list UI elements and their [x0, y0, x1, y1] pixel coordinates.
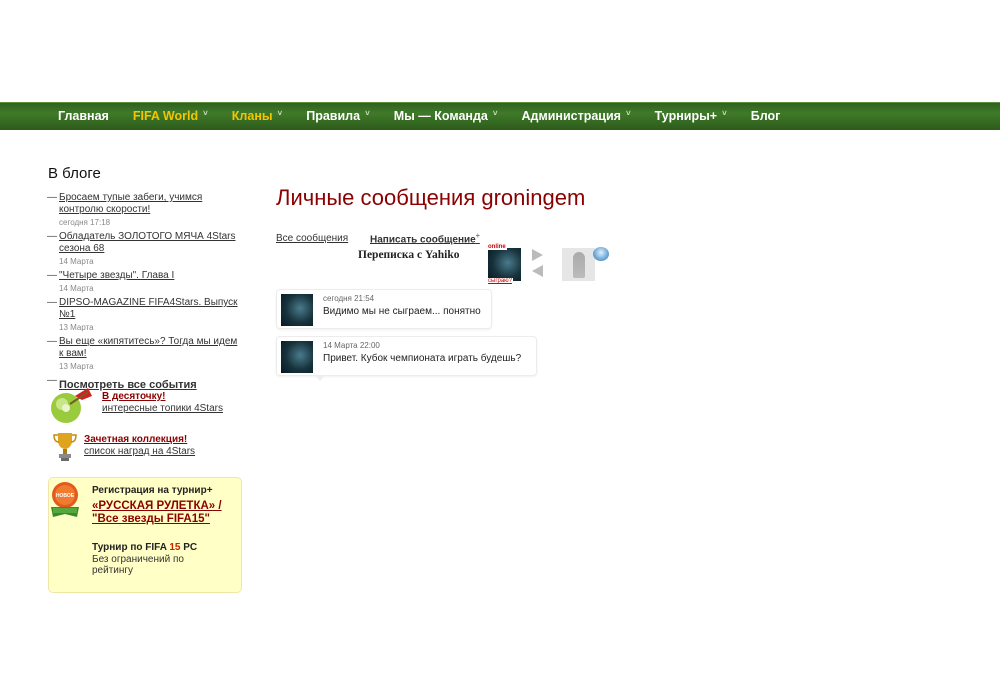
- message-date: 14 Марта 22:00: [323, 341, 380, 350]
- nav-label: Кланы: [231, 109, 273, 123]
- nav-item-team[interactable]: Мы — Команда ˅: [382, 108, 510, 124]
- list-item: Обладатель ЗОЛОТОГО МЯЧА 4Stars сезона 6…: [47, 231, 238, 267]
- chevron-down-icon: ˅: [365, 108, 370, 118]
- nav-item-blog[interactable]: Блог: [739, 109, 793, 123]
- list-item: Бросаем тупые забеги, учимся контролю ск…: [47, 192, 238, 228]
- tournament-registration-box: НОВОЕ Регистрация на турнир+ «РУССКАЯ РУ…: [48, 477, 242, 593]
- chevron-down-icon: ˅: [277, 108, 283, 118]
- nav-label: Блог: [750, 109, 781, 123]
- nav-label: Главная: [58, 109, 109, 123]
- ball-icon: [593, 247, 609, 261]
- nav-label: Мы — Команда: [393, 109, 488, 123]
- nav-item-fifa-world[interactable]: FIFA World ˅: [121, 108, 220, 124]
- avatar[interactable]: [281, 341, 313, 373]
- top-ten-link[interactable]: В десяточку!: [102, 391, 223, 402]
- chevron-down-icon: ˅: [203, 108, 208, 118]
- avatar[interactable]: [562, 248, 595, 281]
- list-item: Вы еще «кипятитесь»? Тогда мы идем к вам…: [47, 336, 238, 372]
- message-text: Видимо мы не сыграем... понятно: [323, 306, 481, 317]
- promo-top-ten: В десяточку! интересные топики 4Stars: [48, 386, 223, 424]
- platform-prefix: Турнир по FIFA: [92, 542, 167, 553]
- promo-text: В десяточку! интересные топики 4Stars: [102, 391, 223, 414]
- arrow-left-icon: [532, 265, 543, 277]
- registration-heading: Регистрация на турнир+: [92, 485, 213, 496]
- nav-label: Турниры+: [654, 109, 718, 123]
- tournament-platform: Турнир по FIFA 15 PC: [92, 542, 197, 553]
- blog-post-list: Бросаем тупые забеги, учимся контролю ск…: [47, 192, 238, 396]
- sidebar-title: В блоге: [48, 165, 101, 182]
- nav-label: Правила: [306, 109, 361, 123]
- blog-post-link[interactable]: Обладатель ЗОЛОТОГО МЯЧА 4Stars сезона 6…: [59, 231, 238, 255]
- exchange-arrows-icon: [530, 249, 550, 279]
- post-date: сегодня 17:18: [59, 218, 111, 227]
- blog-post-link[interactable]: Бросаем тупые забеги, учимся контролю ск…: [59, 192, 238, 216]
- avatar[interactable]: online сыграю?: [487, 244, 521, 284]
- post-date: 14 Марта: [59, 284, 94, 293]
- nav-item-clans[interactable]: Кланы ˅: [220, 108, 294, 124]
- tournament-link[interactable]: «РУССКАЯ РУЛЕТКА» / "Все звезды FIFA15": [92, 500, 232, 526]
- plus-icon: +: [475, 233, 480, 240]
- arrow-right-icon: [532, 249, 543, 261]
- post-date: 14 Марта: [59, 257, 94, 266]
- tab-write-message[interactable]: Написать сообщение+: [370, 233, 480, 245]
- nav-label: FIFA World: [132, 109, 199, 123]
- nav-item-tournaments[interactable]: Турниры+ ˅: [643, 108, 739, 124]
- chevron-down-icon: ˅: [625, 108, 631, 118]
- message-tail: [315, 375, 325, 381]
- nav-menu: Главная FIFA World ˅ Кланы ˅ Правила ˅ Мы —…: [0, 102, 1000, 130]
- play-badge[interactable]: сыграю?: [487, 278, 514, 284]
- nav-item-home[interactable]: Главная: [46, 109, 121, 123]
- online-badge: online: [487, 244, 507, 250]
- tournament-rating-note: Без ограничений по рейтингу: [92, 554, 184, 576]
- platform-suffix: PC: [183, 542, 198, 553]
- post-date: 13 Марта: [59, 323, 94, 332]
- nav-label: Администрация: [521, 109, 621, 123]
- trophy-icon: [53, 433, 77, 461]
- new-badge-icon: НОВОЕ: [51, 482, 79, 517]
- blog-post-link[interactable]: "Четыре звезды". Глава I: [59, 270, 238, 282]
- nav-item-rules[interactable]: Правила ˅: [294, 108, 382, 124]
- top-ten-subtitle[interactable]: интересные топики 4Stars: [102, 403, 223, 414]
- message-item: сегодня 21:54 Видимо мы не сыграем... по…: [276, 289, 492, 329]
- post-date: 13 Марта: [59, 362, 94, 371]
- conversation-label: Переписка с Yahiko: [358, 249, 460, 261]
- tab-all-messages[interactable]: Все сообщения: [276, 233, 348, 244]
- message-text: Привет. Кубок чемпионата играть будешь?: [323, 353, 522, 364]
- list-item: DIPSO-MAGAZINE FIFA4Stars. Выпуск №1 13 …: [47, 297, 238, 333]
- message-tabs: Все сообщения Написать сообщение+: [276, 233, 480, 245]
- blog-post-link[interactable]: DIPSO-MAGAZINE FIFA4Stars. Выпуск №1: [59, 297, 238, 321]
- collection-link[interactable]: Зачетная коллекция!: [84, 434, 195, 445]
- message-date: сегодня 21:54: [323, 294, 375, 303]
- nav-item-admin[interactable]: Администрация ˅: [510, 108, 643, 124]
- apple-target-icon: [51, 388, 92, 423]
- player-silhouette-icon: [572, 251, 585, 278]
- promo-collection: Зачетная коллекция! список наград на 4St…: [52, 430, 195, 462]
- main-nav: Главная FIFA World ˅ Кланы ˅ Правила ˅ Мы —…: [0, 102, 1000, 130]
- chevron-down-icon: ˅: [492, 108, 498, 118]
- message-item: 14 Марта 22:00 Привет. Кубок чемпионата …: [276, 336, 537, 381]
- collection-subtitle[interactable]: список наград на 4Stars: [84, 446, 195, 457]
- chevron-down-icon: ˅: [722, 108, 727, 118]
- list-item: "Четыре звезды". Глава I 14 Марта: [47, 270, 238, 294]
- avatar[interactable]: [281, 294, 313, 326]
- promo-text: Зачетная коллекция! список наград на 4St…: [84, 434, 195, 457]
- tab-write-label: Написать сообщение: [370, 234, 476, 246]
- blog-post-link[interactable]: Вы еще «кипятитесь»? Тогда мы идем к вам…: [59, 336, 238, 360]
- platform-number: 15: [169, 542, 181, 553]
- page-title: Личные сообщения groningem: [276, 185, 586, 210]
- new-badge-label: НОВОЕ: [56, 493, 75, 499]
